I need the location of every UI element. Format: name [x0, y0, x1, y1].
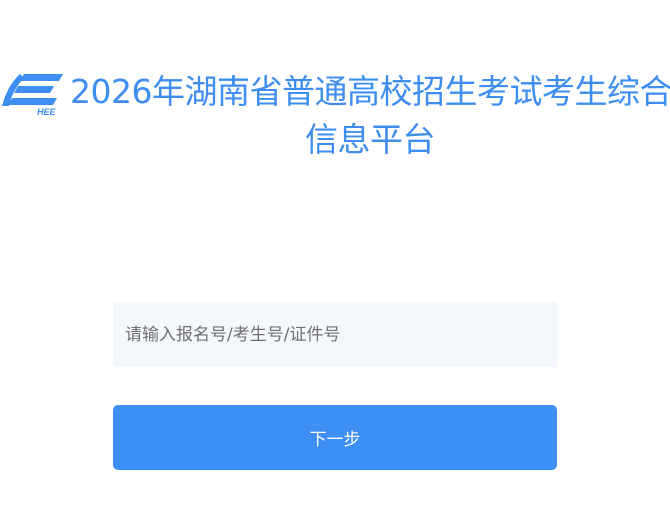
- page-title-line-2: 信息平台: [305, 120, 436, 159]
- next-step-button[interactable]: 下一步: [113, 405, 557, 470]
- registration-id-input[interactable]: [113, 302, 557, 367]
- page-title-line-1: 2026年湖南省普通高校招生考试考生综合: [70, 72, 670, 111]
- page-header: HEE 2026年湖南省普通高校招生考试考生综合 信息平台: [0, 62, 670, 162]
- logo-text: HEE: [37, 107, 57, 117]
- page-title: 2026年湖南省普通高校招生考试考生综合 信息平台: [70, 68, 670, 164]
- login-page: HEE 2026年湖南省普通高校招生考试考生综合 信息平台 下一步: [0, 0, 670, 512]
- hnee-logo-icon: HEE: [2, 74, 63, 117]
